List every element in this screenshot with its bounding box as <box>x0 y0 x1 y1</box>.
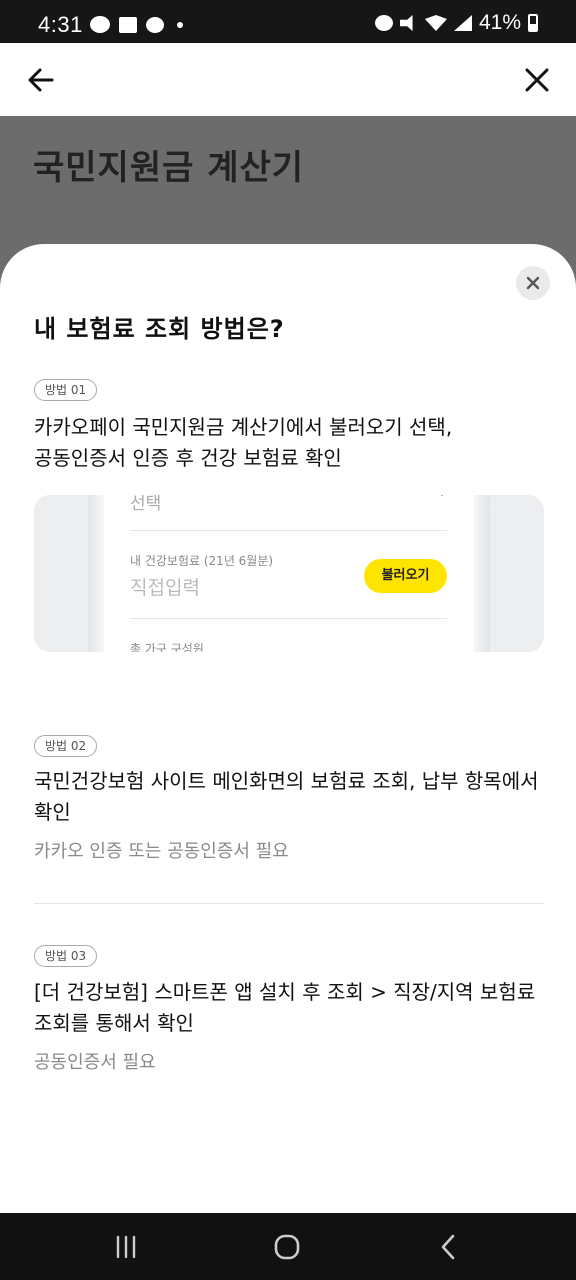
method-text-line: 국민건강보험 사이트 메인화면의 보험료 조회, 납부 항목에서 <box>34 769 539 793</box>
c-icon <box>146 16 164 33</box>
method-text-line: 확인 <box>34 800 71 824</box>
divider <box>130 530 447 531</box>
divider <box>130 618 447 619</box>
back-arrow-icon[interactable] <box>22 61 60 99</box>
home-icon[interactable] <box>271 1231 303 1263</box>
method-text: 카카오페이 국민지원금 계산기에서 불러오기 선택, 공동인증서 인증 후 건강… <box>34 412 554 474</box>
recent-apps-icon[interactable] <box>110 1231 142 1263</box>
close-icon[interactable] <box>518 61 556 99</box>
bottom-sheet: 내 보험료 조회 방법은? 방법 01 카카오페이 국민지원금 계산기에서 불러… <box>0 244 576 1213</box>
kakaotalk-icon <box>90 16 110 33</box>
notification-icons <box>90 16 183 33</box>
method-text-line: 공동인증서 인증 후 건강 보험료 확인 <box>34 446 342 470</box>
status-time: 4:31 <box>38 12 83 37</box>
wifi-icon <box>424 15 447 31</box>
field-placeholder: 직접입력 <box>130 577 200 599</box>
method-subtext: 카카오 인증 또는 공동인증서 필요 <box>34 841 289 862</box>
method-badge: 방법 03 <box>34 945 98 967</box>
image-icon <box>119 16 137 33</box>
method-text-line: 카카오페이 국민지원금 계산기에서 불러오기 선택, <box>34 415 453 439</box>
method-text: 국민건강보험 사이트 메인화면의 보험료 조회, 납부 항목에서 확인 <box>34 766 554 828</box>
back-icon[interactable] <box>433 1231 465 1263</box>
sheet-close-button[interactable] <box>516 266 550 300</box>
method-illustration: 선택 ˇ 내 건강보험료 (21년 6월분) 직접입력 불러오기 총 가구 구성… <box>34 495 544 652</box>
battery-icon <box>528 14 538 32</box>
illustration-fragment-text: 총 가구 구성원 <box>130 642 204 652</box>
field-label: 내 건강보험료 (21년 6월분) <box>130 554 274 568</box>
load-button: 불러오기 <box>364 559 447 593</box>
method-badge: 방법 01 <box>34 379 98 401</box>
mute-icon <box>399 15 413 31</box>
close-icon <box>526 276 540 290</box>
illustration-edge <box>88 495 104 652</box>
method-badge: 방법 02 <box>34 735 98 757</box>
illustration-edge <box>474 495 490 652</box>
status-bar: 4:31 41% <box>0 0 576 43</box>
system-nav-bar <box>0 1213 576 1280</box>
chevron-down-icon: ˇ <box>438 495 446 510</box>
screen: 4:31 41% 국민지원금 계산기 내 보험료 조회 방법은? 방법 01 카… <box>0 0 576 1280</box>
signal-icon <box>453 15 472 31</box>
battery-percent: 41% <box>478 11 521 34</box>
app-bar <box>0 43 576 116</box>
sheet-title: 내 보험료 조회 방법은? <box>34 315 285 343</box>
system-icons: 41% <box>374 11 538 35</box>
method-text-line: 조회를 통해서 확인 <box>34 1011 194 1035</box>
method-text: [더 건강보험] 스마트폰 앱 설치 후 조회 > 직장/지역 보험료 조회를 … <box>34 977 554 1039</box>
method-text-line: [더 건강보험] 스마트폰 앱 설치 후 조회 > 직장/지역 보험료 <box>34 980 536 1004</box>
alarm-icon <box>374 15 393 31</box>
method-subtext: 공동인증서 필요 <box>34 1052 156 1073</box>
page-title: 국민지원금 계산기 <box>33 148 305 188</box>
dot-icon <box>177 21 183 28</box>
illustration-card: 선택 ˇ 내 건강보험료 (21년 6월분) 직접입력 불러오기 총 가구 구성… <box>104 495 474 652</box>
illustration-fragment-text: 선택 <box>130 495 162 514</box>
section-divider <box>34 903 544 904</box>
